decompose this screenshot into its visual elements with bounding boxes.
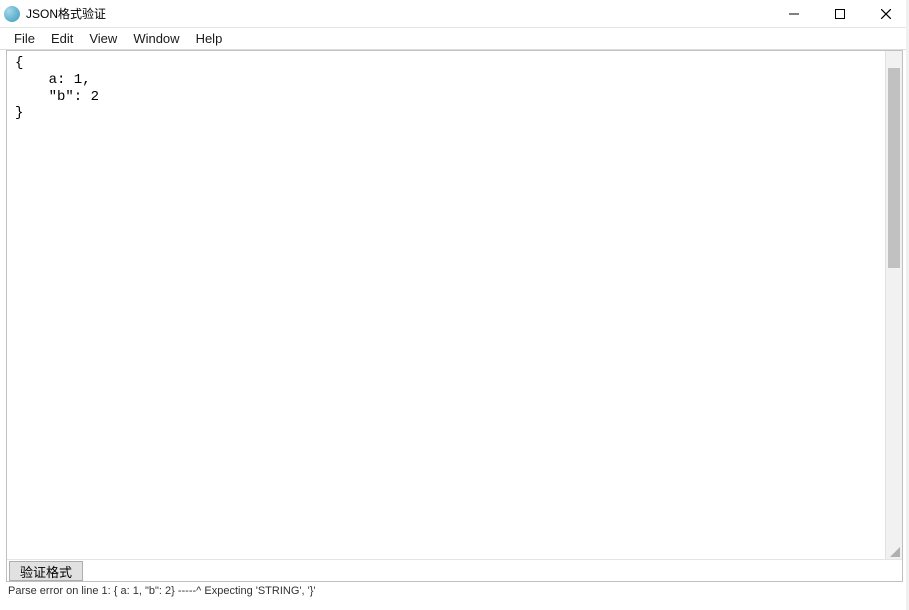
menu-help[interactable]: Help xyxy=(188,29,231,48)
verify-button[interactable]: 验证格式 xyxy=(9,561,83,581)
statusbar: Parse error on line 1: { a: 1, "b": 2} -… xyxy=(6,582,903,600)
vertical-scrollbar[interactable] xyxy=(885,51,902,559)
maximize-icon xyxy=(835,9,845,19)
maximize-button[interactable] xyxy=(817,0,863,27)
titlebar: JSON格式验证 xyxy=(0,0,909,28)
resize-grip[interactable] xyxy=(888,545,900,557)
window-controls xyxy=(771,0,909,27)
editor-wrap xyxy=(7,51,902,559)
minimize-button[interactable] xyxy=(771,0,817,27)
scrollbar-thumb[interactable] xyxy=(888,68,900,268)
close-icon xyxy=(881,9,891,19)
window-title: JSON格式验证 xyxy=(26,5,106,22)
menu-view[interactable]: View xyxy=(81,29,125,48)
menu-window[interactable]: Window xyxy=(125,29,187,48)
app-icon xyxy=(4,6,20,22)
close-button[interactable] xyxy=(863,0,909,27)
status-message: Parse error on line 1: { a: 1, "b": 2} -… xyxy=(8,585,316,597)
menu-file[interactable]: File xyxy=(6,29,43,48)
json-editor[interactable] xyxy=(7,51,902,559)
menubar: File Edit View Window Help xyxy=(0,28,909,50)
minimize-icon xyxy=(789,9,799,19)
menu-edit[interactable]: Edit xyxy=(43,29,81,48)
content-area: 验证格式 xyxy=(6,50,903,582)
button-row: 验证格式 xyxy=(7,559,902,581)
titlebar-left: JSON格式验证 xyxy=(4,5,106,22)
